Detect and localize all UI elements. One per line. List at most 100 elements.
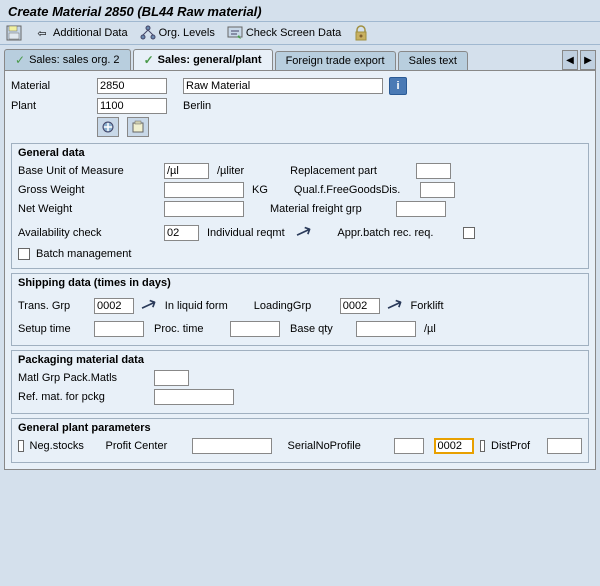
tab-prev-btn[interactable]: ◀ xyxy=(562,50,578,70)
tab-sales-org2[interactable]: ✓ Sales: sales org. 2 xyxy=(4,49,131,70)
matl-grp-pack-label: Matl Grp Pack.Matls xyxy=(18,372,148,384)
uom-desc: /µliter xyxy=(217,165,244,177)
save-icon-btn[interactable] xyxy=(6,25,22,41)
mat-freight-grp-label: Material freight grp xyxy=(270,203,390,215)
gross-weight-input[interactable] xyxy=(164,182,244,198)
setup-time-row: Setup time Proc. time Base qty /µl xyxy=(18,321,582,337)
plant-icon-btn2[interactable] xyxy=(127,117,149,137)
main-content: Material i Plant Berlin General data xyxy=(4,70,596,470)
loading-grp-label: LoadingGrp xyxy=(254,300,334,312)
tab-foreign-trade[interactable]: Foreign trade export xyxy=(275,51,396,70)
arrow-indicator3: ↙ xyxy=(382,291,406,320)
tab-check-icon: ✓ xyxy=(15,53,25,67)
net-weight-row: Net Weight Material freight grp xyxy=(18,201,582,217)
shipping-data-title: Shipping data (times in days) xyxy=(18,277,582,289)
neg-stocks-label: Neg.stocks xyxy=(30,440,100,452)
arrow-indicator2: ↙ xyxy=(136,291,160,320)
base-qty-unit: /µl xyxy=(424,323,436,335)
net-weight-label: Net Weight xyxy=(18,203,158,215)
additional-data-icon: ⇦ xyxy=(34,25,50,41)
avail-check-input[interactable] xyxy=(164,225,199,241)
additional-data-btn[interactable]: ⇦ Additional Data xyxy=(34,25,128,41)
uom-input[interactable] xyxy=(164,163,209,179)
loading-grp-desc: Forklift xyxy=(411,300,444,312)
org-levels-icon xyxy=(140,25,156,41)
tab-next-btn[interactable]: ▶ xyxy=(580,50,596,70)
qual-free-goods-input[interactable] xyxy=(420,182,455,198)
plant-icon-row xyxy=(97,117,589,137)
toolbar: ⇦ Additional Data Org. Levels Check Scre… xyxy=(0,22,600,45)
tab-check-icon2: ✓ xyxy=(144,53,154,67)
uom-label: Base Unit of Measure xyxy=(18,165,158,177)
net-weight-input[interactable] xyxy=(164,201,244,217)
material-input[interactable] xyxy=(97,78,167,94)
ref-mat-pckg-input[interactable] xyxy=(154,389,234,405)
check-screen-btn[interactable]: Check Screen Data xyxy=(227,25,341,41)
arrow-indicator1: ↙ xyxy=(291,218,315,247)
check-screen-icon xyxy=(227,25,243,41)
plant-params-title: General plant parameters xyxy=(18,422,582,434)
profit-center-input[interactable] xyxy=(192,438,272,454)
serial-no-profile-label: SerialNoProfile xyxy=(288,440,388,452)
batch-mgmt-row: Batch management xyxy=(18,248,582,260)
proc-time-label: Proc. time xyxy=(154,323,224,335)
gross-weight-label: Gross Weight xyxy=(18,184,158,196)
plant-label: Plant xyxy=(11,100,91,112)
tab-sales-general[interactable]: ✓ Sales: general/plant xyxy=(133,49,273,70)
lock-btn[interactable] xyxy=(353,25,369,41)
plant-input[interactable] xyxy=(97,98,167,114)
proc-time-input[interactable] xyxy=(230,321,280,337)
matl-grp-pack-input[interactable] xyxy=(154,370,189,386)
window-title: Create Material 2850 (BL44 Raw material) xyxy=(8,4,262,19)
check-screen-label: Check Screen Data xyxy=(246,27,341,39)
trans-grp-input[interactable] xyxy=(94,298,134,314)
profit-center-label: Profit Center xyxy=(106,440,186,452)
general-data-section: General data Base Unit of Measure /µlite… xyxy=(11,143,589,269)
material-row: Material i xyxy=(11,77,589,95)
lock-icon xyxy=(353,25,369,41)
save-icon xyxy=(6,25,22,41)
trans-grp-label: Trans. Grp xyxy=(18,300,88,312)
trans-grp-desc: In liquid form xyxy=(165,300,228,312)
setup-time-label: Setup time xyxy=(18,323,88,335)
appr-batch-checkbox[interactable] xyxy=(463,227,475,239)
tab-sales-org2-label: Sales: sales org. 2 xyxy=(29,54,120,66)
general-data-title: General data xyxy=(18,147,582,159)
base-qty-input[interactable] xyxy=(356,321,416,337)
setup-time-input[interactable] xyxy=(94,321,144,337)
ref-mat-pckg-row: Ref. mat. for pckg xyxy=(18,389,582,405)
dist-prof-extra-input[interactable] xyxy=(547,438,582,454)
tab-sales-text[interactable]: Sales text xyxy=(398,51,468,70)
batch-mgmt-checkbox[interactable] xyxy=(18,248,30,260)
base-qty-label: Base qty xyxy=(290,323,350,335)
plant-params-row: Neg.stocks Profit Center SerialNoProfile… xyxy=(18,438,582,454)
packaging-data-title: Packaging material data xyxy=(18,354,582,366)
neg-stocks-checkbox[interactable] xyxy=(18,440,24,452)
dist-prof-label: DistProf xyxy=(491,440,541,452)
tab-sales-text-label: Sales text xyxy=(409,55,457,67)
appr-batch-label: Appr.batch rec. req. xyxy=(337,227,457,239)
material-label: Material xyxy=(11,80,91,92)
org-levels-label: Org. Levels xyxy=(159,27,215,39)
plant-params-section: General plant parameters Neg.stocks Prof… xyxy=(11,418,589,463)
serial-no-profile-input[interactable] xyxy=(394,438,424,454)
plant-icon-btn1[interactable] xyxy=(97,117,119,137)
avail-check-desc: Individual reqmt xyxy=(207,227,285,239)
dist-prof-value-input[interactable] xyxy=(434,438,474,454)
loading-grp-input[interactable] xyxy=(340,298,380,314)
material-desc-input[interactable] xyxy=(183,78,383,94)
org-levels-btn[interactable]: Org. Levels xyxy=(140,25,215,41)
info-button[interactable]: i xyxy=(389,77,407,95)
dist-prof-checkbox[interactable] xyxy=(480,440,486,452)
tab-foreign-trade-label: Foreign trade export xyxy=(286,55,385,67)
packaging-data-section: Packaging material data Matl Grp Pack.Ma… xyxy=(11,350,589,414)
tabs-row: ✓ Sales: sales org. 2 ✓ Sales: general/p… xyxy=(0,45,600,70)
mat-freight-grp-input[interactable] xyxy=(396,201,446,217)
replacement-part-input[interactable] xyxy=(416,163,451,179)
additional-data-label: Additional Data xyxy=(53,27,128,39)
avail-check-label: Availability check xyxy=(18,227,158,239)
matl-grp-pack-row: Matl Grp Pack.Matls xyxy=(18,370,582,386)
gross-weight-unit: KG xyxy=(252,184,268,196)
title-bar: Create Material 2850 (BL44 Raw material) xyxy=(0,0,600,22)
uom-row: Base Unit of Measure /µliter Replacement… xyxy=(18,163,582,179)
